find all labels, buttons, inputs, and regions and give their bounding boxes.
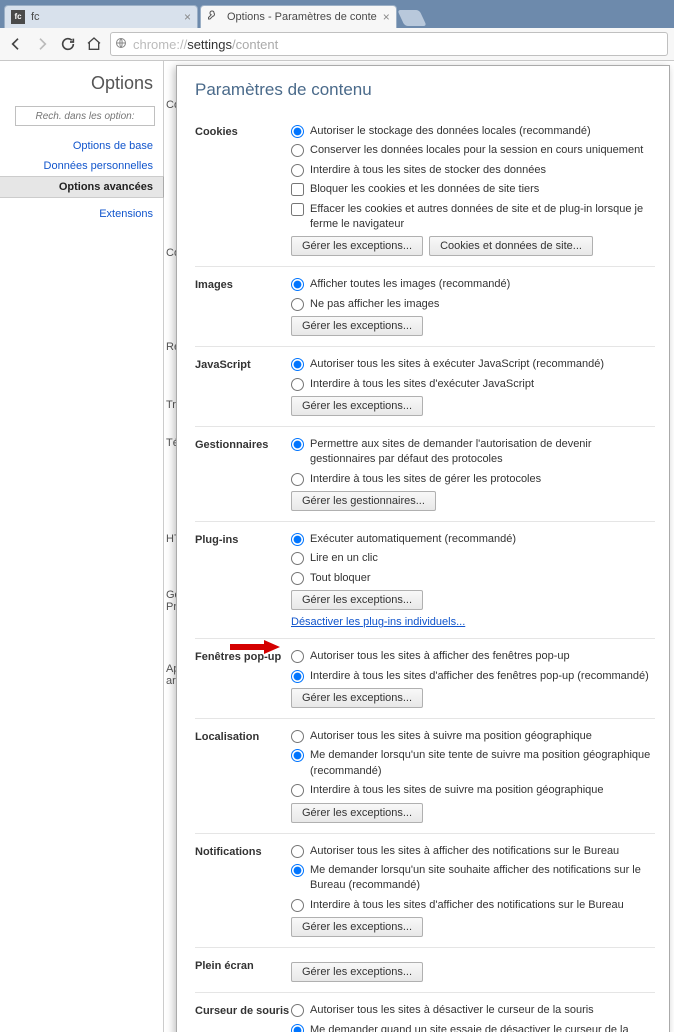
tab-inactive[interactable]: fc fc × [4,5,198,28]
images-exceptions-button[interactable]: Gérer les exceptions... [291,316,423,336]
sidebar-item-base[interactable]: Options de base [0,136,163,156]
popups-opt-allow[interactable]: Autoriser tous les sites à afficher des … [291,649,655,664]
content-settings-modal: Paramètres de contenu Cookies Autoriser … [176,65,670,1032]
tab-strip: fc fc × Options - Paramètres de conte × [0,0,674,28]
sidebar-title: Options [0,73,153,94]
sidebar-item-personal[interactable]: Données personnelles [0,156,163,176]
cursor-opt-allow[interactable]: Autoriser tous les sites à désactiver le… [291,1003,655,1018]
section-fullscreen: Plein écran Gérer les exceptions... [195,948,655,993]
omnibox[interactable]: chrome://settings/content [110,32,668,56]
handlers-opt-allow[interactable]: Permettre aux sites de demander l'autori… [291,437,655,468]
url-scheme: chrome:// [133,37,187,52]
location-opt-block[interactable]: Interdire à tous les sites de suivre ma … [291,783,655,798]
fullscreen-exceptions-button[interactable]: Gérer les exceptions... [291,962,423,982]
close-icon[interactable]: × [383,11,390,23]
cursor-opt-ask[interactable]: Me demander quand un site essaie de désa… [291,1023,655,1032]
wrench-icon [207,10,221,24]
cookies-data-button[interactable]: Cookies et données de site... [429,236,593,256]
bg-hint: Tr [164,399,176,411]
plugins-opt-block[interactable]: Tout bloquer [291,571,655,586]
section-plugins-label: Plug-ins [195,532,291,546]
bg-hint: Pri [164,601,176,613]
section-plugins: Plug-ins Exécuter automatiquement (recom… [195,522,655,639]
bg-hint: arr [164,675,176,687]
handlers-opt-block[interactable]: Interdire à tous les sites de gérer les … [291,472,655,487]
bg-hint: HT [164,533,176,545]
bg-hint: Ap [164,663,176,675]
popups-exceptions-button[interactable]: Gérer les exceptions... [291,688,423,708]
section-images-label: Images [195,277,291,291]
section-location-label: Localisation [195,729,291,743]
cookies-opt-session[interactable]: Conserver les données locales pour la se… [291,143,655,158]
favicon-fc-icon: fc [11,10,25,24]
section-cookies-label: Cookies [195,124,291,138]
js-exceptions-button[interactable]: Gérer les exceptions... [291,396,423,416]
cookies-opt-block[interactable]: Interdire à tous les sites de stocker de… [291,163,655,178]
section-handlers-label: Gestionnaires [195,437,291,451]
tab-active[interactable]: Options - Paramètres de conte × [200,5,397,28]
tab-title-active: Options - Paramètres de conte [227,11,377,23]
cookies-exceptions-button[interactable]: Gérer les exceptions... [291,236,423,256]
annotation-arrow-icon [230,640,280,654]
section-handlers: Gestionnaires Permettre aux sites de dem… [195,427,655,522]
location-opt-allow[interactable]: Autoriser tous les sites à suivre ma pos… [291,729,655,744]
images-opt-show[interactable]: Afficher toutes les images (recommandé) [291,277,655,292]
bg-hint: Ré [164,341,176,353]
section-cursor-label: Curseur de souris [195,1003,291,1017]
section-javascript: JavaScript Autoriser tous les sites à ex… [195,347,655,427]
new-tab-button[interactable] [397,10,426,26]
bg-hint: Co [164,247,176,259]
url-path: /content [232,37,278,52]
images-opt-hide[interactable]: Ne pas afficher les images [291,297,655,312]
behind-modal-strip: Co Co Ré Tr Té HT Go Pri Ap arr [164,61,176,1032]
section-location: Localisation Autoriser tous les sites à … [195,719,655,834]
section-notifications-label: Notifications [195,844,291,858]
popups-opt-block[interactable]: Interdire à tous les sites d'afficher de… [291,669,655,684]
home-button[interactable] [84,34,104,54]
cookies-chk-third[interactable]: Bloquer les cookies et les données de si… [291,182,655,197]
js-opt-block[interactable]: Interdire à tous les sites d'exécuter Ja… [291,377,655,392]
sidebar-item-advanced[interactable]: Options avancées [0,176,164,198]
modal-title: Paramètres de contenu [195,80,655,100]
plugins-opt-auto[interactable]: Exécuter automatiquement (recommandé) [291,532,655,547]
section-javascript-label: JavaScript [195,357,291,371]
cookies-chk-clear[interactable]: Effacer les cookies et autres données de… [291,202,655,233]
reload-button[interactable] [58,34,78,54]
location-exceptions-button[interactable]: Gérer les exceptions... [291,803,423,823]
bg-hint: Té [164,437,176,449]
section-cursor: Curseur de souris Autoriser tous les sit… [195,993,655,1032]
location-opt-ask[interactable]: Me demander lorsqu'un site tente de suiv… [291,748,655,779]
forward-button[interactable] [32,34,52,54]
plugins-exceptions-button[interactable]: Gérer les exceptions... [291,590,423,610]
handlers-manage-button[interactable]: Gérer les gestionnaires... [291,491,436,511]
url-host: settings [187,37,232,52]
cookies-opt-allow[interactable]: Autoriser le stockage des données locale… [291,124,655,139]
notif-opt-ask[interactable]: Me demander lorsqu'un site souhaite affi… [291,863,655,894]
globe-icon [115,37,129,51]
section-fullscreen-label: Plein écran [195,958,291,972]
sidebar: Options Options de base Données personne… [0,61,164,1032]
notif-opt-block[interactable]: Interdire à tous les sites d'afficher de… [291,898,655,913]
back-button[interactable] [6,34,26,54]
plugins-opt-click[interactable]: Lire en un clic [291,551,655,566]
bg-hint: Co [164,99,176,111]
toolbar: chrome://settings/content [0,28,674,61]
page: Options Options de base Données personne… [0,61,674,1032]
panel-wrap: Paramètres de contenu Cookies Autoriser … [176,61,674,1032]
close-icon[interactable]: × [184,11,191,23]
section-cookies: Cookies Autoriser le stockage des donnée… [195,114,655,267]
section-notifications: Notifications Autoriser tous les sites à… [195,834,655,949]
notif-opt-allow[interactable]: Autoriser tous les sites à afficher des … [291,844,655,859]
js-opt-allow[interactable]: Autoriser tous les sites à exécuter Java… [291,357,655,372]
notif-exceptions-button[interactable]: Gérer les exceptions... [291,917,423,937]
search-input[interactable] [15,106,155,126]
bg-hint: Go [164,589,176,601]
tab-title-inactive: fc [31,11,178,23]
plugins-disable-link[interactable]: Désactiver les plug-ins individuels... [291,616,465,628]
section-images: Images Afficher toutes les images (recom… [195,267,655,347]
sidebar-item-extensions[interactable]: Extensions [0,204,163,224]
